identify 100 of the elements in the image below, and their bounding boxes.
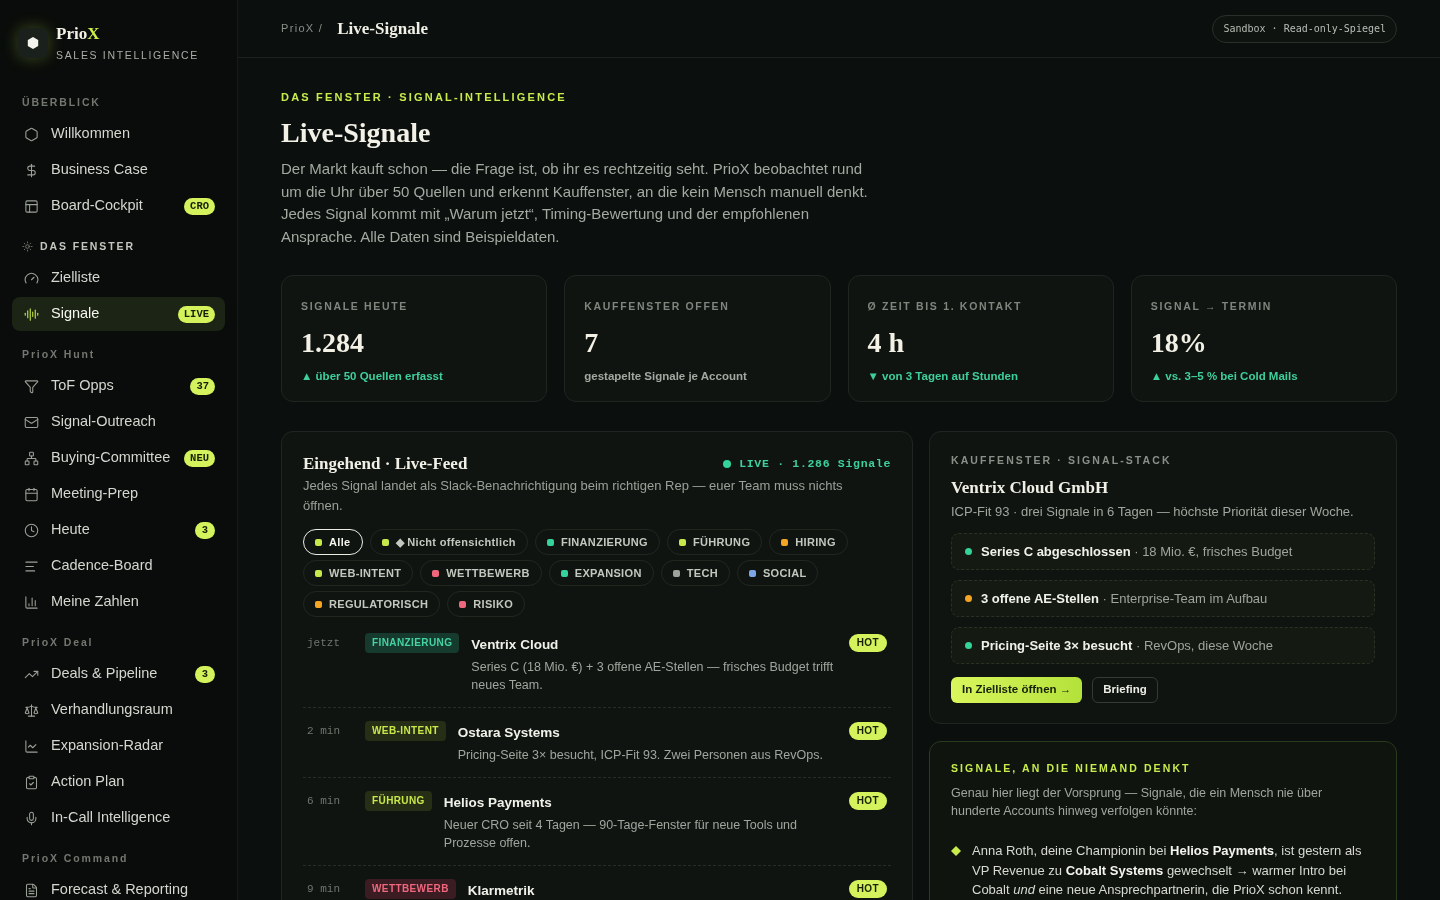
signal-description: Neuer CRO seit 4 Tagen — 90-Tage-Fenster für neue Tools und Prozesse offen. [443,817,798,852]
gauge-icon [24,270,39,286]
stat-value: 1.284 [301,326,365,360]
microphone-icon [24,810,39,826]
category-tag: FÜHRUNG [365,791,432,811]
nav-badge: LIVE [177,305,215,323]
nav-badge: NEU [184,449,215,467]
nav-item[interactable]: Forecast & Reporting [12,873,225,900]
stat-label: KAUFFENSTER OFFEN [584,299,731,313]
brand-tagline: SALES INTELLIGENCE [56,48,199,62]
hero-title: Live-Signale [281,116,432,150]
nav-item[interactable]: Heute 3 [12,513,225,547]
section-heading: PrioX Hunt [22,347,96,361]
nav-item[interactable]: Signale LIVE [12,297,225,331]
card-eyebrow: KAUFFENSTER · SIGNAL-STACK [951,453,1173,467]
mode-pill: Sandbox · Read-only-Spiegel [1212,14,1397,43]
stat-note: ▲ über 50 Quellen erfasst [301,369,444,383]
stat-note: ▼ von 3 Tagen auf Stunden [867,369,1019,383]
card-eyebrow: SIGNALE, AN DIE NIEMAND DENKT [951,761,1192,775]
hexagon-icon [24,126,39,142]
stat-value: 18% [1150,326,1208,360]
funnel-icon [24,378,39,394]
section-heading: PrioX Deal [22,635,94,649]
category-tag: FINANZIERUNG [365,633,460,653]
nav-item[interactable]: Zielliste [12,261,225,295]
nav-item[interactable]: Deals & Pipeline 3 [12,657,225,691]
line-chart-icon [24,738,39,754]
clock-icon [24,522,39,538]
hero-text: Der Markt kauft schon — die Frage ist, ob ihr es rechtzeitig seht. PrioX beobachtet rund um die Uhr über 50 Quellen und erkennt Kauffenster, an die kein Mensch manuell denkt. Jedes Signal kommt mit „Warum jetzt“, Timing-Bewertung und der empfohlenen Ansprache. Alle Daten sind Beispieldaten. [281,159,869,247]
open-target-list-button[interactable]: In Zielliste öffnen → [951,677,1083,703]
document-icon [24,882,39,898]
audio-lines-icon [24,306,39,322]
nav-item[interactable]: Meine Zahlen [12,585,225,619]
section-heading: ÜBERBLICK [22,95,101,109]
dollar-icon [24,162,39,178]
stat-note: gestapelte Signale je Account [584,369,748,383]
stat-value: 7 [584,326,600,360]
nav-badge: CRO [184,197,215,215]
feed-description: Jedes Signal landet als Slack-Benachrichtigung beim richtigen Rep — euer Team muss nichts öffnen. [303,477,844,515]
nav-item[interactable]: Cadence-Board [12,549,225,583]
panel-layout-icon [24,198,39,214]
account-summary: ICP-Fit 93 · drei Signale in 6 Tagen — höchste Priorität dieser Woche. [951,503,1355,521]
nav-item[interactable]: Expansion-Radar [12,729,225,763]
nav-item[interactable]: Board-Cockpit CRO [12,189,225,223]
nav-item[interactable]: Business Case [12,153,225,187]
insight-intro: Genau hier liegt der Vorsprung — Signale, die ein Mensch nie über hunderte Accounts hinweg verfolgen könnte: [951,785,1324,820]
company-name: Ostara Systems [457,724,561,742]
nav-item[interactable]: Buying-Committee NEU [12,441,225,475]
breadcrumb-link[interactable]: PrioX / [281,20,324,37]
nav-item[interactable]: Action Plan [12,765,225,799]
live-status: LIVE · 1.286 Signale [739,456,891,473]
nav-item[interactable]: In-Call Intelligence [12,801,225,835]
stat-note: ▲ vs. 3–5 % bei Cold Mails [1150,369,1299,383]
nav-item[interactable]: Verhandlungsraum [12,693,225,727]
signal-text: 3 offene AE-Stellen · Enterprise-Team im Aufbau [981,589,1268,608]
account-title: Ventrix Cloud GmbH [951,477,1110,499]
signal-time: 6 min [307,794,341,809]
stat-label: SIGNALE HEUTE [301,299,409,313]
brand-name: PrioX [56,24,101,44]
feed-title: Eingehend · Live-Feed [303,453,468,475]
signal-time: jetzt [307,636,341,651]
section-heading: DAS FENSTER [40,239,135,253]
stat-value: 4 h [867,326,906,360]
logo-icon [18,28,48,58]
insight-text: Anna Roth, deine Championin bei Helios Payments, ist gestern als VP Revenue zu Cobalt Systems gewechselt → warmer Intro bei Cobalt und eine neue Ansprechpartnerin, die PrioX schon kennt. [972,842,1363,899]
nav-item[interactable]: Willkommen [12,117,225,151]
hot-badge: HOT [848,792,887,810]
diamond-icon [951,846,961,856]
nav-badge: 3 [195,665,215,683]
lines-icon [24,558,39,574]
signal-text: Pricing-Seite 3× besucht · RevOps, diese Woche [981,636,1273,655]
mail-icon [24,414,39,430]
signal-description: Pricing-Seite 3× besucht, ICP-Fit 93. Zwei Personen aus RevOps. [457,747,824,764]
clipboard-check-icon [24,774,39,790]
company-name: Helios Payments [443,794,553,812]
category-tag: WETTBEWERB [365,879,456,899]
signal-time: 9 min [307,882,341,897]
nav-badge: 37 [190,377,215,395]
signal-time: 2 min [307,724,341,739]
nav-badge: 3 [195,521,215,539]
calendar-icon [24,486,39,502]
page-title: Live-Signale [337,17,428,40]
scale-icon [24,702,39,718]
section-heading: PrioX Command [22,851,129,865]
network-icon [24,450,39,466]
briefing-button[interactable]: Briefing [1092,677,1158,703]
hot-badge: HOT [848,880,887,898]
nav-item[interactable]: ToF Opps 37 [12,369,225,403]
nav-item[interactable]: Signal-Outreach [12,405,225,439]
category-tag: WEB-INTENT [365,721,446,741]
hot-badge: HOT [848,722,887,740]
sun-icon [22,240,33,252]
company-name: Ventrix Cloud [471,636,560,654]
stat-label: Ø ZEIT BIS 1. KONTAKT [867,299,1024,313]
company-name: Klarmetrik [467,882,536,900]
nav-item[interactable]: Meeting-Prep [12,477,225,511]
bar-chart-icon [24,594,39,610]
stat-label: SIGNAL → TERMIN [1150,299,1273,313]
hero-eyebrow: DAS FENSTER · SIGNAL-INTELLIGENCE [281,90,568,104]
hot-badge: HOT [848,634,887,652]
